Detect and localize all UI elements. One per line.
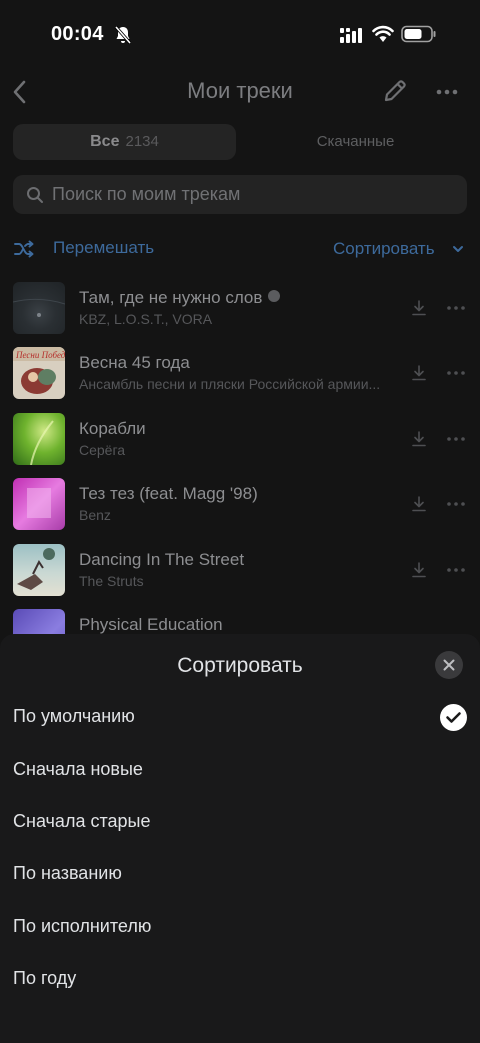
track-item[interactable]: Тез тез (feat. Magg '98) Benz [0,476,480,532]
sort-option-title[interactable]: По названию [13,863,122,884]
track-title: Корабли [79,419,146,438]
actions-row: Перемешать Сортировать [0,236,480,262]
download-icon[interactable] [410,430,428,448]
shuffle-icon[interactable] [13,239,35,259]
sort-option-oldest[interactable]: Сначала старые [13,811,150,832]
tab-downloaded[interactable]: Скачанные [244,124,467,160]
track-cover [13,544,65,596]
tab-all[interactable]: Все 2134 [13,124,236,160]
close-button[interactable] [435,651,463,679]
status-time: 00:04 [51,23,104,45]
pencil-icon[interactable] [380,76,410,106]
track-title: Physical Education [79,615,223,634]
battery-icon [401,25,436,43]
track-item[interactable]: Dancing In The Street The Struts [0,542,480,598]
search-icon [27,187,43,203]
sort-option-year[interactable]: По году [13,968,76,989]
track-cover [13,282,65,334]
track-title: Там, где не нужно слов [79,288,281,308]
sort-option-default[interactable]: По умолчанию [13,706,135,727]
download-icon[interactable] [410,561,428,579]
shuffle-button[interactable]: Перемешать [53,238,154,258]
more-icon[interactable] [445,364,467,382]
close-icon [443,659,455,671]
download-icon[interactable] [410,495,428,513]
tabs: Все 2134 Скачанные [13,124,467,160]
track-title: Dancing In The Street [79,550,245,569]
checkmark-icon [440,704,467,731]
track-title: Тез тез (feat. Magg '98) [79,484,258,503]
explicit-badge [268,290,281,302]
track-cover [13,478,65,530]
cover-text: Песни Победы [15,350,65,360]
more-icon[interactable] [445,561,467,579]
sort-button[interactable]: Сортировать [333,239,435,259]
more-icon[interactable] [434,79,460,105]
download-icon[interactable] [410,299,428,317]
track-artist: Ансамбль песни и пляски Российской армии… [79,376,381,392]
sort-sheet: Сортировать По умолчанию Сначала новые С… [0,634,480,1043]
track-title: Весна 45 года [79,353,190,372]
track-item[interactable]: Корабли Серёга [0,411,480,467]
track-item[interactable]: Там, где не нужно слов KBZ, L.O.S.T., VO… [0,280,480,336]
bell-slash-icon [114,25,132,45]
wifi-icon [372,25,394,42]
chevron-down-icon[interactable] [452,244,464,254]
more-icon[interactable] [445,495,467,513]
track-artist: KBZ, L.O.S.T., VORA [79,311,213,327]
track-artist: The Struts [79,573,144,589]
search-input[interactable] [52,175,452,214]
search-bar [13,175,467,214]
header: Мои треки [0,70,480,114]
track-cover [13,413,65,465]
track-artist: Серёга [79,442,126,458]
tab-all-count: 2134 [125,133,159,150]
signal-icon [340,28,362,43]
sort-option-artist[interactable]: По исполнителю [13,916,151,937]
tab-all-label: Все [90,133,120,150]
track-artist: Benz [79,507,111,523]
track-item[interactable]: Песни Победы Весна 45 года Ансамбль песн… [0,345,480,401]
sort-option-newest[interactable]: Сначала новые [13,759,143,780]
track-cover: Песни Победы [13,347,65,399]
download-icon[interactable] [410,364,428,382]
more-icon[interactable] [445,299,467,317]
more-icon[interactable] [445,430,467,448]
status-bar: 00:04 [0,0,480,70]
sheet-title: Сортировать [177,654,303,677]
